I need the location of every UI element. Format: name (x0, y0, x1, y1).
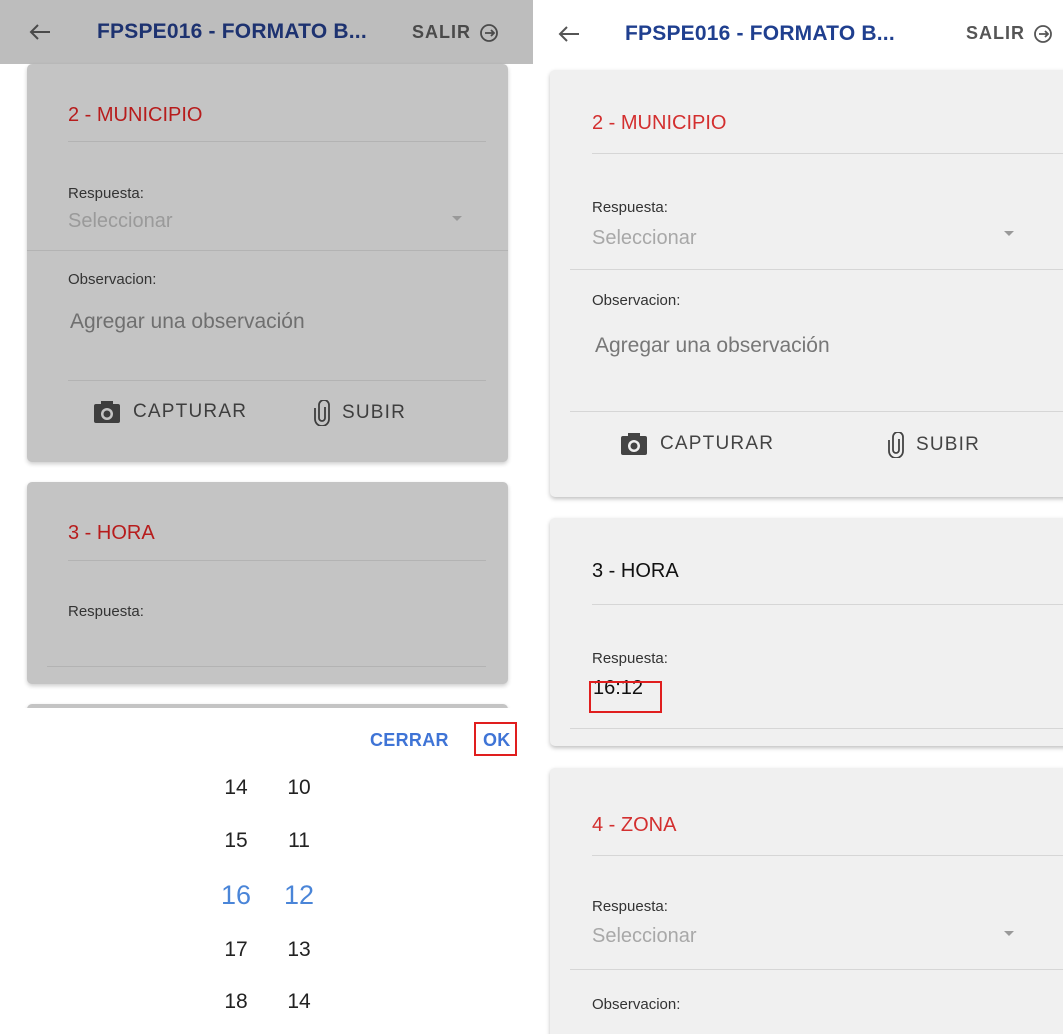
app-bar: FPSPE016 - FORMATO B... SALIR (533, 0, 1063, 64)
arrow-left-icon[interactable] (20, 12, 60, 52)
hour-option-selected[interactable]: 16 (216, 880, 256, 911)
camera-icon (94, 401, 120, 423)
upload-label: SUBIR (916, 434, 981, 455)
app-bar: FPSPE016 - FORMATO B... SALIR (0, 0, 533, 64)
divider (592, 855, 1063, 856)
dropdown-arrow-icon[interactable] (1003, 930, 1015, 938)
question-card-municipio: 2 - MUNICIPIO Respuesta: Seleccionar Obs… (550, 70, 1063, 497)
observation-label: Observacion: (592, 996, 681, 1013)
upload-button[interactable]: SUBIR (888, 432, 980, 458)
dropdown-arrow-icon[interactable] (451, 215, 463, 223)
answer-select[interactable]: Seleccionar (68, 210, 173, 233)
answer-label: Respuesta: (68, 185, 144, 202)
upload-label: SUBIR (342, 402, 407, 423)
question-card-hora: 3 - HORA Respuesta: (27, 482, 508, 684)
screen-after: FPSPE016 - FORMATO B... SALIR 2 - MUNICI… (533, 0, 1063, 1034)
minute-option[interactable]: 14 (279, 990, 319, 1014)
divider (592, 604, 1063, 605)
question-title: 3 - HORA (68, 522, 155, 544)
paperclip-icon (314, 400, 330, 426)
app-title: FPSPE016 - FORMATO B... (625, 22, 895, 45)
divider (68, 560, 486, 561)
arrow-left-icon[interactable] (549, 14, 589, 54)
divider (570, 411, 1063, 412)
answer-label: Respuesta: (592, 199, 668, 216)
observation-label: Observacion: (68, 271, 157, 288)
divider (68, 380, 486, 381)
exit-label: SALIR (966, 23, 1025, 43)
minute-option[interactable]: 10 (279, 776, 319, 800)
camera-icon (621, 433, 647, 455)
minute-option[interactable]: 11 (279, 829, 319, 853)
divider (27, 250, 508, 251)
time-picker: CERRAR OK 14 15 16 17 18 10 11 12 13 14 (0, 708, 533, 1034)
divider (570, 269, 1063, 270)
minute-option-selected[interactable]: 12 (279, 880, 319, 911)
question-title: 3 - HORA (592, 560, 679, 582)
divider (570, 728, 1063, 729)
logout-icon (1034, 24, 1052, 43)
exit-button[interactable]: SALIR (412, 22, 499, 43)
logout-icon (480, 23, 498, 42)
answer-label: Respuesta: (592, 898, 668, 915)
screen-before: FPSPE016 - FORMATO B... SALIR 2 - MUNICI… (0, 0, 533, 1034)
question-title: 2 - MUNICIPIO (68, 104, 203, 126)
hour-option[interactable]: 14 (216, 776, 256, 800)
paperclip-icon (888, 432, 904, 458)
app-title: FPSPE016 - FORMATO B... (97, 20, 367, 43)
observation-input[interactable]: Agregar una observación (595, 334, 830, 358)
capture-button[interactable]: CAPTURAR (620, 432, 774, 456)
question-title: 4 - ZONA (592, 814, 677, 836)
hour-option[interactable]: 18 (216, 990, 256, 1014)
minute-option[interactable]: 13 (279, 938, 319, 962)
question-card-hora: 3 - HORA Respuesta: 16:12 (550, 518, 1063, 746)
observation-label: Observacion: (592, 292, 681, 309)
capture-label: CAPTURAR (133, 401, 248, 422)
capture-label: CAPTURAR (660, 433, 775, 454)
question-card-municipio: 2 - MUNICIPIO Respuesta: Seleccionar Obs… (27, 64, 508, 462)
divider (68, 141, 486, 142)
divider (570, 969, 1063, 970)
highlight-box (589, 681, 662, 713)
question-title: 2 - MUNICIPIO (592, 112, 727, 134)
observation-input[interactable]: Agregar una observación (70, 310, 305, 334)
highlight-box (474, 722, 517, 756)
hour-option[interactable]: 17 (216, 938, 256, 962)
dropdown-arrow-icon[interactable] (1003, 230, 1015, 238)
divider (47, 666, 486, 667)
capture-button[interactable]: CAPTURAR (93, 400, 247, 424)
hour-option[interactable]: 15 (216, 829, 256, 853)
exit-label: SALIR (412, 22, 471, 42)
close-button[interactable]: CERRAR (370, 730, 449, 751)
exit-button[interactable]: SALIR (966, 23, 1053, 44)
divider (592, 153, 1063, 154)
upload-button[interactable]: SUBIR (314, 400, 406, 426)
answer-label: Respuesta: (592, 650, 668, 667)
answer-label: Respuesta: (68, 603, 144, 620)
answer-select[interactable]: Seleccionar (592, 227, 697, 250)
answer-select[interactable]: Seleccionar (592, 925, 697, 948)
question-card-zona: 4 - ZONA Respuesta: Seleccionar Observac… (550, 768, 1063, 1034)
